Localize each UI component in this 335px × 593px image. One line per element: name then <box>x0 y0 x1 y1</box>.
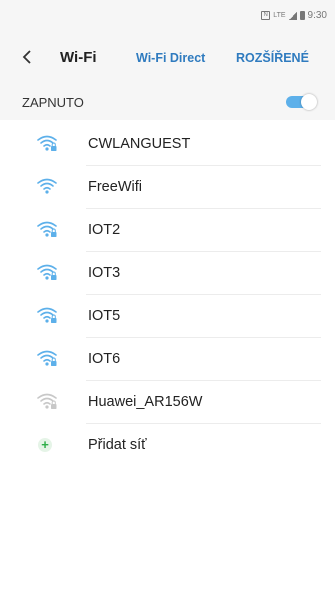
page-title: Wi-Fi <box>60 49 97 66</box>
network-row[interactable]: FreeWifi <box>0 166 335 209</box>
back-button[interactable] <box>16 45 38 69</box>
status-time: 9:30 <box>307 10 327 21</box>
network-row[interactable]: IOT6 <box>0 338 335 381</box>
signal-icon <box>288 11 297 20</box>
network-list: CWLANGUEST FreeWifi IOT2 IOT3 IOT5 IOT6 … <box>0 123 335 467</box>
wifi-direct-button[interactable]: Wi-Fi Direct <box>136 51 205 65</box>
advanced-button[interactable]: ROZŠÍŘENÉ <box>236 51 309 65</box>
wifi-locked-icon <box>36 220 58 238</box>
network-row[interactable]: IOT3 <box>0 252 335 295</box>
wifi-locked-icon <box>36 349 58 367</box>
wifi-locked-icon <box>36 306 58 324</box>
network-name: IOT6 <box>88 351 121 367</box>
wifi-locked-icon <box>36 263 58 281</box>
network-name: FreeWifi <box>88 179 142 195</box>
toggle-knob <box>301 94 317 110</box>
add-network-row[interactable]: + Přidat síť <box>0 424 335 467</box>
network-name: Huawei_AR156W <box>88 394 203 410</box>
battery-icon <box>299 11 305 20</box>
nfc-icon: N <box>261 11 271 20</box>
lte-icon: LTE <box>273 12 286 19</box>
network-name: IOT3 <box>88 265 121 281</box>
wifi-icon <box>36 177 58 195</box>
status-icons: N LTE 9:30 <box>261 10 327 21</box>
wifi-weak-locked-icon <box>36 392 58 410</box>
chevron-left-icon <box>22 50 31 64</box>
network-name: CWLANGUEST <box>88 136 191 152</box>
plus-icon: + <box>38 438 52 452</box>
toolbar: Wi-Fi Wi-Fi Direct ROZŠÍŘENÉ <box>0 32 335 84</box>
wifi-master-switch-row[interactable]: ZAPNUTO <box>0 84 335 120</box>
network-name: IOT5 <box>88 308 121 324</box>
wifi-locked-icon <box>36 134 58 152</box>
network-row[interactable]: IOT5 <box>0 295 335 338</box>
status-bar: N LTE 9:30 <box>0 0 335 32</box>
wifi-toggle[interactable] <box>286 94 317 110</box>
master-switch-label: ZAPNUTO <box>22 95 84 110</box>
network-row[interactable]: CWLANGUEST <box>0 123 335 166</box>
add-network-label: Přidat síť <box>88 437 147 453</box>
network-name: IOT2 <box>88 222 121 238</box>
network-row[interactable]: IOT2 <box>0 209 335 252</box>
network-row[interactable]: Huawei_AR156W <box>0 381 335 424</box>
